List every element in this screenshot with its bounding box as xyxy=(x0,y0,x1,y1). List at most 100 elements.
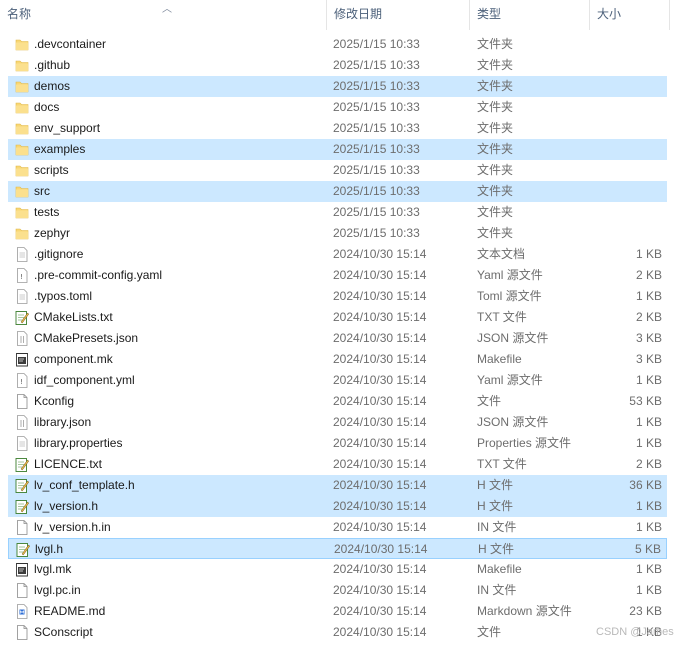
file-size: 53 KB xyxy=(629,394,662,408)
file-row[interactable]: SConscript 2024/10/30 15:14 文件 1 KB xyxy=(8,622,667,643)
sort-ascending-icon: ︿ xyxy=(162,4,172,15)
file-type: IN 文件 xyxy=(477,583,517,597)
file-type: H 文件 xyxy=(477,499,514,513)
file-row[interactable]: .typos.toml 2024/10/30 15:14 Toml 源文件 1 KB xyxy=(8,286,667,307)
file-row[interactable]: CMakeLists.txt 2024/10/30 15:14 TXT 文件 2 KB xyxy=(8,307,667,328)
file-size: 1 KB xyxy=(635,373,662,387)
folder-icon xyxy=(15,163,29,178)
json-file-icon xyxy=(15,415,29,430)
file-row[interactable]: docs 2025/1/15 10:33 文件夹 xyxy=(8,97,667,118)
file-size: 36 KB xyxy=(629,478,662,492)
file-size: 1 KB xyxy=(635,520,662,534)
file-size: 1 KB xyxy=(635,562,662,576)
file-row[interactable]: ! idf_component.yml 2024/10/30 15:14 Yaml 源… xyxy=(8,370,667,391)
file-row[interactable]: library.properties 2024/10/30 15:14 Proper… xyxy=(8,433,667,454)
file-name: .github xyxy=(34,58,71,72)
file-row[interactable]: ! .pre-commit-config.yaml 2024/10/30 15:14… xyxy=(8,265,667,286)
file-modified: 2024/10/30 15:14 xyxy=(333,625,427,639)
file-name: lvgl.h xyxy=(35,542,64,556)
yaml-file-icon: ! xyxy=(15,268,29,283)
file-name: lvgl.pc.in xyxy=(34,583,81,597)
column-header-modified-label: 修改日期 xyxy=(334,7,383,21)
file-name: library.json xyxy=(34,415,92,429)
file-row[interactable]: lv_conf_template.h 2024/10/30 15:14 H 文件 36… xyxy=(8,475,667,496)
file-modified: 2024/10/30 15:14 xyxy=(333,373,427,387)
folder-icon xyxy=(15,37,29,52)
file-name: zephyr xyxy=(34,226,71,240)
file-modified: 2025/1/15 10:33 xyxy=(333,205,420,219)
file-row[interactable]: LICENCE.txt 2024/10/30 15:14 TXT 文件 2 KB xyxy=(8,454,667,475)
column-header-modified[interactable]: 修改日期 xyxy=(327,0,470,30)
file-name: CMakePresets.json xyxy=(34,331,139,345)
file-row[interactable]: examples 2025/1/15 10:33 文件夹 xyxy=(8,139,667,160)
file-name: .gitignore xyxy=(34,247,84,261)
file-name: docs xyxy=(34,100,60,114)
file-row[interactable]: scripts 2025/1/15 10:33 文件夹 xyxy=(8,160,667,181)
file-row[interactable]: lv_version.h 2024/10/30 15:14 H 文件 1 KB xyxy=(8,496,667,517)
file-modified: 2025/1/15 10:33 xyxy=(333,163,420,177)
file-type: 文件 xyxy=(477,394,502,408)
file-size: 1 KB xyxy=(635,499,662,513)
file-modified: 2024/10/30 15:14 xyxy=(333,604,427,618)
edit-document-icon xyxy=(16,542,31,557)
file-size: 2 KB xyxy=(635,268,662,282)
file-type: 文件夹 xyxy=(477,142,514,156)
file-type: H 文件 xyxy=(478,542,515,556)
file-name: src xyxy=(34,184,50,198)
file-type: 文件夹 xyxy=(477,79,514,93)
file-modified: 2025/1/15 10:33 xyxy=(333,142,420,156)
file-name: scripts xyxy=(34,163,69,177)
column-header-type[interactable]: 类型 xyxy=(470,0,590,30)
file-type: JSON 源文件 xyxy=(477,331,549,345)
file-row[interactable]: env_support 2025/1/15 10:33 文件夹 xyxy=(8,118,667,139)
file-type: 文件夹 xyxy=(477,121,514,135)
file-modified: 2024/10/30 15:14 xyxy=(333,478,427,492)
file-type: 文件夹 xyxy=(477,37,514,51)
file-name: lvgl.mk xyxy=(34,562,72,576)
column-header-name-label: 名称 xyxy=(7,7,32,21)
column-header-type-label: 类型 xyxy=(477,7,502,21)
file-row[interactable]: demos 2025/1/15 10:33 文件夹 xyxy=(8,76,667,97)
file-type: 文件夹 xyxy=(477,226,514,240)
file-row[interactable]: lvgl.pc.in 2024/10/30 15:14 IN 文件 1 KB xyxy=(8,580,667,601)
file-row[interactable]: README.md 2024/10/30 15:14 Markdown 源文件 23 … xyxy=(8,601,667,622)
file-row[interactable]: component.mk 2024/10/30 15:14 Makefile 3 KB xyxy=(8,349,667,370)
column-header-bar: 名称 ︿ 修改日期 类型 大小 xyxy=(0,0,683,30)
file-type: Yaml 源文件 xyxy=(477,373,543,387)
file-row[interactable]: library.json 2024/10/30 15:14 JSON 源文件 1 KB xyxy=(8,412,667,433)
file-row[interactable]: tests 2025/1/15 10:33 文件夹 xyxy=(8,202,667,223)
file-modified: 2024/10/30 15:14 xyxy=(333,394,427,408)
file-modified: 2024/10/30 15:14 xyxy=(333,415,427,429)
blank-file-icon xyxy=(15,625,29,640)
file-type: TXT 文件 xyxy=(477,457,527,471)
file-type: 文件 xyxy=(477,625,502,639)
file-type: 文件夹 xyxy=(477,58,514,72)
file-name: lv_version.h xyxy=(34,499,99,513)
file-row[interactable]: zephyr 2025/1/15 10:33 文件夹 xyxy=(8,223,667,244)
file-row[interactable]: lvgl.h 2024/10/30 15:14 H 文件 5 KB xyxy=(8,538,667,559)
blank-file-icon xyxy=(15,394,29,409)
svg-text:!: ! xyxy=(20,378,23,386)
edit-document-icon xyxy=(15,457,30,472)
edit-document-icon xyxy=(15,499,30,514)
file-modified: 2024/10/30 15:14 xyxy=(333,352,427,366)
file-row[interactable]: src 2025/1/15 10:33 文件夹 xyxy=(8,181,667,202)
file-modified: 2025/1/15 10:33 xyxy=(333,79,420,93)
file-row[interactable]: lvgl.mk 2024/10/30 15:14 Makefile 1 KB xyxy=(8,559,667,580)
file-modified: 2024/10/30 15:14 xyxy=(333,499,427,513)
file-modified: 2025/1/15 10:33 xyxy=(333,226,420,240)
column-header-name[interactable]: 名称 ︿ xyxy=(0,0,327,30)
file-row[interactable]: .github 2025/1/15 10:33 文件夹 xyxy=(8,55,667,76)
file-row[interactable]: Kconfig 2024/10/30 15:14 文件 53 KB xyxy=(8,391,667,412)
file-row[interactable]: .gitignore 2024/10/30 15:14 文本文档 1 KB xyxy=(8,244,667,265)
file-type: Properties 源文件 xyxy=(477,436,572,450)
file-row[interactable]: CMakePresets.json 2024/10/30 15:14 JSON 源文… xyxy=(8,328,667,349)
file-type: JSON 源文件 xyxy=(477,415,549,429)
markdown-file-icon xyxy=(15,604,29,619)
file-row[interactable]: .devcontainer 2025/1/15 10:33 文件夹 xyxy=(8,34,667,55)
file-type: Makefile xyxy=(477,562,522,576)
column-header-size[interactable]: 大小 xyxy=(590,0,670,30)
file-row[interactable]: lv_version.h.in 2024/10/30 15:14 IN 文件 1 KB xyxy=(8,517,667,538)
edit-document-icon xyxy=(15,310,30,325)
file-name: CMakeLists.txt xyxy=(34,310,113,324)
